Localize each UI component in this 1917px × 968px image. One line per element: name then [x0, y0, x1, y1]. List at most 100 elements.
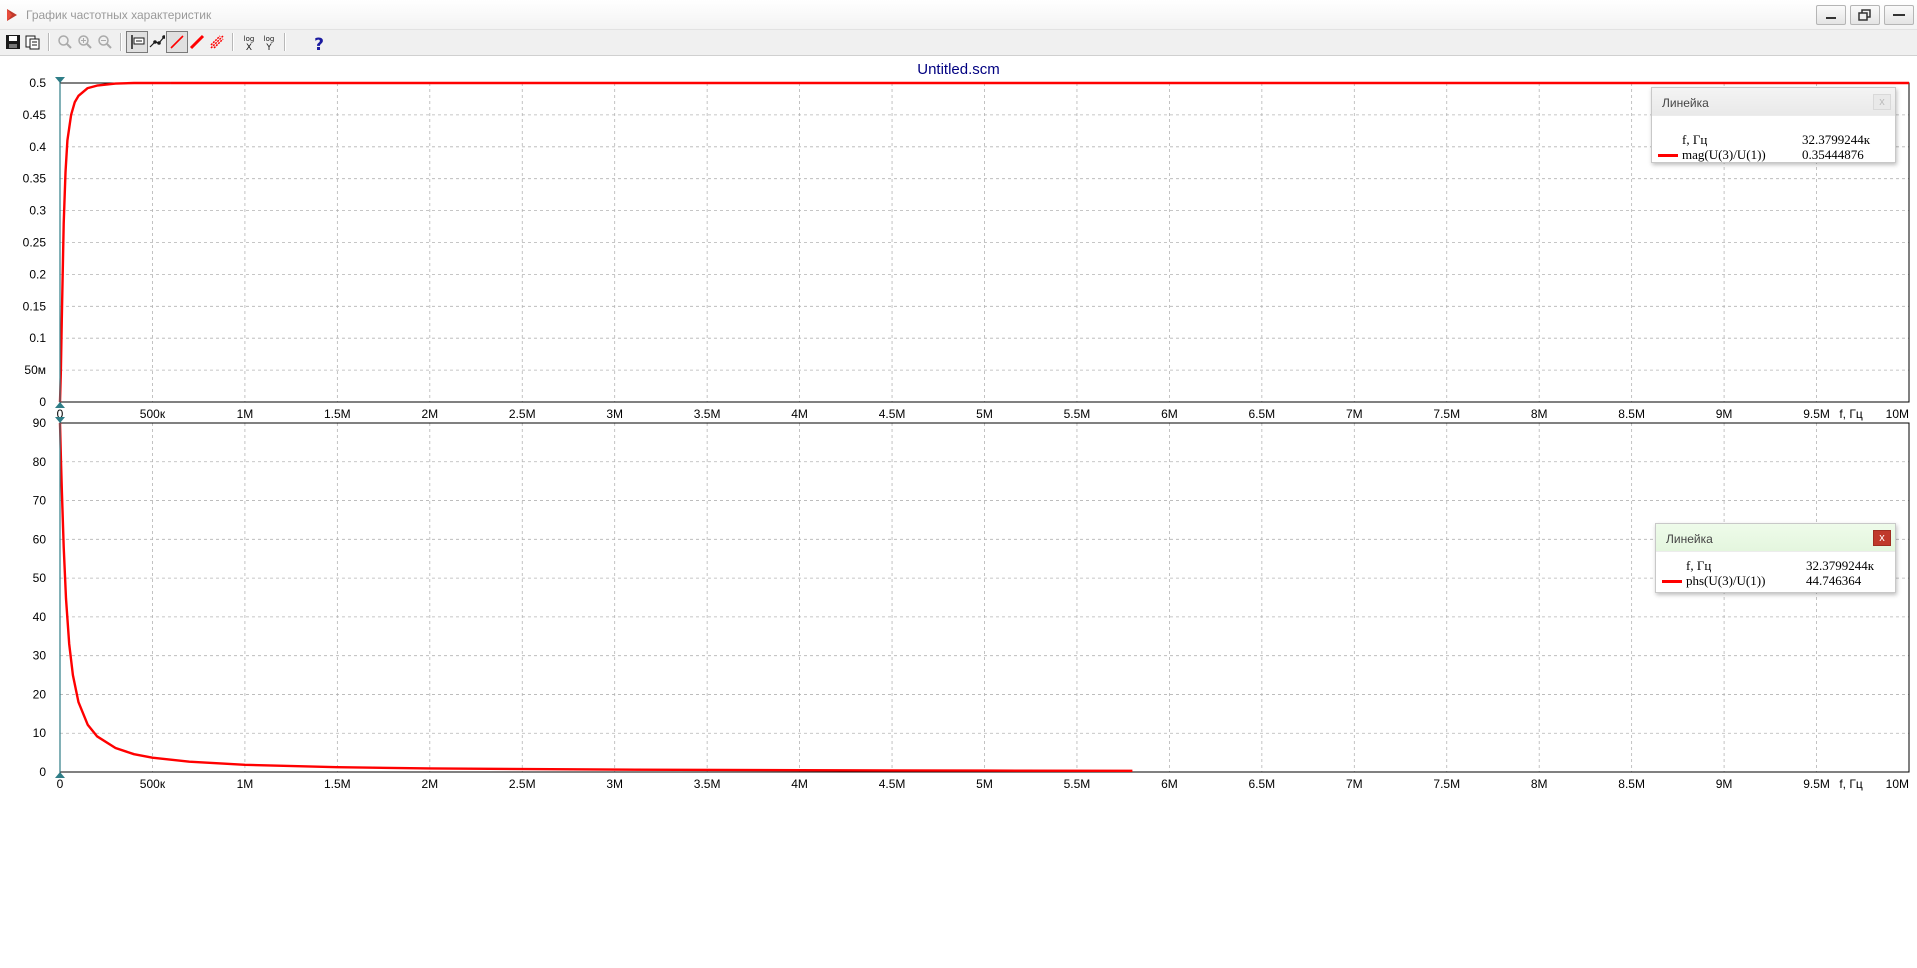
help-icon: ?: [314, 35, 324, 52]
ruler-row-frequency: f, Гц 32.3799244к: [1656, 558, 1895, 574]
maximize-button[interactable]: [1850, 5, 1880, 25]
grid-icon: [210, 35, 224, 49]
log-x-button[interactable]: log X: [238, 31, 260, 53]
help-button[interactable]: ?: [308, 31, 330, 53]
x-tick-label: 0: [57, 777, 64, 791]
ruler-row-magnitude: mag(U(3)/U(1)) 0.35444876: [1652, 147, 1895, 163]
points-button[interactable]: [146, 31, 168, 53]
zoom-out-button[interactable]: [94, 31, 116, 53]
x-tick-label: 8.5M: [1618, 777, 1645, 791]
x-tick-label: 7M: [1346, 407, 1363, 421]
plot-area: Untitled.scm 0 50м 0.1 0.15 0.2 0.25 0.3 0.35 0.…: [0, 57, 1917, 968]
y-tick-label: 40: [33, 610, 47, 624]
ruler-close-button[interactable]: x: [1873, 94, 1891, 110]
x-tick-label: 10M: [1886, 777, 1909, 791]
x-tick-label: 9M: [1716, 407, 1733, 421]
ruler-row-phase: phs(U(3)/U(1)) 44.746364: [1656, 573, 1895, 589]
floppy-disk-icon: [6, 35, 20, 49]
restore-icon: [1858, 9, 1871, 21]
zoom-out-icon: [98, 35, 112, 49]
ruler-panel-phase[interactable]: Линейка x f, Гц 32.3799244к phs(U(3)/U(1…: [1655, 523, 1896, 593]
y-tick-label: 0: [39, 395, 46, 409]
x-tick-label: 9M: [1716, 777, 1733, 791]
close-window-button[interactable]: [1884, 5, 1914, 25]
x-tick-label: 1.5M: [324, 777, 351, 791]
x-tick-label: 3M: [606, 407, 623, 421]
ruler-row-name: f, Гц: [1686, 558, 1712, 573]
y-tick-label: 0.15: [23, 299, 47, 313]
copy-button[interactable]: [22, 31, 44, 53]
copy-icon: [25, 35, 40, 50]
ruler-header[interactable]: Линейка x: [1656, 524, 1895, 552]
log-y-icon: log Y: [264, 35, 275, 52]
x-tick-label: 9.5M: [1803, 407, 1830, 421]
ruler-panel-magnitude[interactable]: Линейка x f, Гц 32.3799244к mag(U(3)/U(1…: [1651, 87, 1896, 163]
x-tick-label: 5.5M: [1064, 777, 1091, 791]
x-tick-label: 8M: [1531, 777, 1548, 791]
y-tick-label: 50: [33, 571, 47, 585]
x-tick-label: 4.5M: [879, 777, 906, 791]
y-tick-label: 90: [33, 416, 47, 430]
log-y-button[interactable]: log Y: [258, 31, 280, 53]
x-axis-label: f, Гц: [1839, 407, 1863, 421]
x-tick-label: 4M: [791, 407, 808, 421]
minimize-icon: [1826, 17, 1836, 19]
ruler-row-name: phs(U(3)/U(1)): [1686, 573, 1766, 588]
grid-button[interactable]: [206, 31, 228, 53]
minimize-button[interactable]: [1816, 5, 1846, 25]
thick-line-button[interactable]: [186, 31, 208, 53]
y-tick-label: 70: [33, 494, 47, 508]
zoom-button[interactable]: [54, 31, 76, 53]
cursor-marker-top: [55, 77, 65, 83]
ruler-button[interactable]: [126, 31, 148, 53]
y-tick-label: 0: [39, 765, 46, 779]
cursor-marker-bottom: [55, 402, 65, 408]
x-tick-label: 6.5M: [1249, 777, 1276, 791]
window-title: График частотных характеристик: [26, 8, 212, 22]
x-tick-label: 10M: [1886, 407, 1909, 421]
points-icon: [149, 35, 165, 48]
series-line: [58, 422, 1133, 772]
log-x-icon: log X: [244, 35, 255, 52]
y-tick-label: 50м: [24, 363, 46, 377]
save-button[interactable]: [2, 31, 24, 53]
ruler-row-value: 0.35444876: [1802, 147, 1864, 162]
log-x-label-top: log: [244, 35, 255, 43]
x-tick-label: 8M: [1531, 407, 1548, 421]
log-x-label-bottom: X: [246, 43, 252, 52]
x-tick-label: 6M: [1161, 777, 1178, 791]
y-tick-label: 10: [33, 726, 47, 740]
thick-line-icon: [189, 34, 205, 50]
help-label: ?: [314, 35, 324, 52]
x-tick-label: 5M: [976, 777, 993, 791]
dash-icon: [1893, 14, 1905, 16]
x-tick-label: 3M: [606, 777, 623, 791]
ruler-header[interactable]: Линейка x: [1652, 88, 1895, 116]
x-tick-label: 5M: [976, 407, 993, 421]
y-tick-label: 80: [33, 455, 47, 469]
log-y-label-bottom: Y: [265, 43, 272, 52]
y-tick-label: 60: [33, 532, 47, 546]
toolbar-separator: [120, 33, 122, 51]
ruler-row-frequency: f, Гц 32.3799244к: [1652, 132, 1895, 148]
x-tick-label: 9.5M: [1803, 777, 1830, 791]
x-tick-label: 1M: [237, 777, 254, 791]
x-tick-label: 7.5M: [1433, 777, 1460, 791]
x-tick-label: 8.5M: [1618, 407, 1645, 421]
x-tick-label: 7M: [1346, 777, 1363, 791]
y-tick-label: 0.2: [29, 267, 46, 281]
frequency-response-charts[interactable]: 0 50м 0.1 0.15 0.2 0.25 0.3 0.35 0.4 0.45 0.5 0 500к…: [0, 57, 1917, 968]
y-tick-label: 30: [33, 649, 47, 663]
ruler-close-button[interactable]: x: [1873, 530, 1891, 546]
y-tick-label: 0.25: [23, 236, 47, 250]
x-tick-label: 3.5M: [694, 407, 721, 421]
zoom-in-icon: [78, 35, 92, 49]
red-triangle-icon: [7, 9, 17, 21]
toolbar-separator: [48, 33, 50, 51]
zoom-in-button[interactable]: [74, 31, 96, 53]
line-button[interactable]: [166, 31, 188, 53]
series-color-swatch: [1658, 154, 1678, 157]
x-tick-label: 6.5M: [1249, 407, 1276, 421]
zoom-icon: [58, 35, 72, 49]
line-icon: [170, 35, 184, 49]
